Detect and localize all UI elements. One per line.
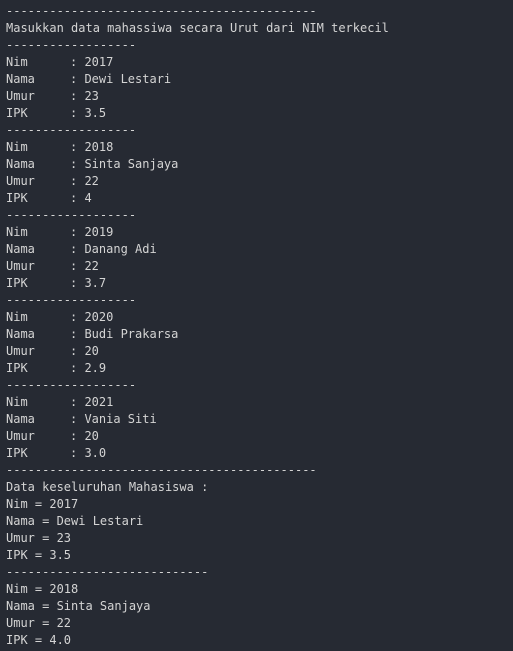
- record-ipk: IPK: 3.5: [6, 105, 389, 122]
- record-umur: Umur: 22: [6, 258, 389, 275]
- record-separator: ------------------: [6, 208, 137, 222]
- field-value: 3.5: [84, 106, 107, 120]
- field-label: IPK: [6, 361, 28, 375]
- field-label: Nim: [6, 395, 28, 409]
- record-separator: ------------------: [6, 378, 137, 392]
- record-ipk: IPK: 3.0: [6, 445, 389, 462]
- colon: :: [70, 55, 85, 69]
- field-label: Nama: [6, 327, 35, 341]
- field-value: 22: [84, 259, 99, 273]
- field-label: Umur: [6, 89, 35, 103]
- field-label: Nama: [6, 157, 35, 171]
- console-output: ----------------------------------------…: [6, 3, 389, 649]
- colon: :: [70, 140, 85, 154]
- field-label: Umur: [6, 174, 35, 188]
- colon: :: [70, 276, 85, 290]
- field-value: Dewi Lestari: [84, 72, 172, 86]
- summary-ipk: IPK = 4.0: [6, 633, 72, 647]
- summary-umur: Umur = 23: [6, 531, 72, 545]
- summary-nama: Nama = Sinta Sanjaya: [6, 599, 151, 613]
- field-value: 2018: [84, 140, 114, 154]
- field-label: IPK: [6, 191, 28, 205]
- colon: :: [70, 174, 85, 188]
- record-separator: ------------------: [6, 293, 137, 307]
- field-value: Budi Prakarsa: [84, 327, 179, 341]
- colon: :: [70, 310, 85, 324]
- separator-long: ----------------------------------------…: [6, 4, 317, 18]
- field-label: Nim: [6, 55, 28, 69]
- record-ipk: IPK: 4: [6, 190, 389, 207]
- colon: :: [70, 72, 85, 86]
- field-label: Nim: [6, 310, 28, 324]
- field-value: 23: [84, 89, 99, 103]
- field-value: 2019: [84, 225, 114, 239]
- field-value: 20: [84, 429, 99, 443]
- separator-long: ----------------------------------------…: [6, 463, 317, 477]
- record-nim: Nim: 2017: [6, 54, 389, 71]
- field-label: Umur: [6, 344, 35, 358]
- field-label: Nim: [6, 140, 28, 154]
- field-value: 3.7: [84, 276, 107, 290]
- record-nama: Nama: Vania Siti: [6, 411, 389, 428]
- record-separator: ------------------: [6, 38, 137, 52]
- field-label: Nama: [6, 412, 35, 426]
- field-value: Danang Adi: [84, 242, 157, 256]
- record-nama: Nama: Budi Prakarsa: [6, 326, 389, 343]
- record-nim: Nim: 2019: [6, 224, 389, 241]
- record-umur: Umur: 20: [6, 343, 389, 360]
- record-separator: ------------------: [6, 123, 137, 137]
- field-label: IPK: [6, 446, 28, 460]
- field-label: IPK: [6, 276, 28, 290]
- field-value: 2.9: [84, 361, 107, 375]
- colon: :: [70, 395, 85, 409]
- summary-separator: ----------------------------: [6, 565, 209, 579]
- colon: :: [70, 412, 85, 426]
- record-ipk: IPK: 3.7: [6, 275, 389, 292]
- record-umur: Umur: 22: [6, 173, 389, 190]
- field-label: Nama: [6, 72, 35, 86]
- summary-nim: Nim = 2018: [6, 582, 79, 596]
- summary-nama: Nama = Dewi Lestari: [6, 514, 144, 528]
- field-value: 3.0: [84, 446, 107, 460]
- colon: :: [70, 361, 85, 375]
- field-label: Nim: [6, 225, 28, 239]
- field-label: Umur: [6, 259, 35, 273]
- summary-header: Data keseluruhan Mahasiswa :: [6, 480, 209, 494]
- colon: :: [70, 106, 85, 120]
- colon: :: [70, 446, 85, 460]
- colon: :: [70, 242, 85, 256]
- field-value: 20: [84, 344, 99, 358]
- summary-ipk: IPK = 3.5: [6, 548, 72, 562]
- field-value: 2017: [84, 55, 114, 69]
- field-value: 2021: [84, 395, 114, 409]
- input-header: Masukkan data mahassiwa secara Urut dari…: [6, 21, 389, 35]
- field-value: Vania Siti: [84, 412, 157, 426]
- record-ipk: IPK: 2.9: [6, 360, 389, 377]
- record-nim: Nim: 2018: [6, 139, 389, 156]
- colon: :: [70, 89, 85, 103]
- colon: :: [70, 327, 85, 341]
- summary-umur: Umur = 22: [6, 616, 72, 630]
- colon: :: [70, 259, 85, 273]
- field-value: Sinta Sanjaya: [84, 157, 179, 171]
- field-value: 4: [84, 191, 92, 205]
- record-nim: Nim: 2020: [6, 309, 389, 326]
- field-label: IPK: [6, 106, 28, 120]
- colon: :: [70, 344, 85, 358]
- colon: :: [70, 429, 85, 443]
- record-nama: Nama: Sinta Sanjaya: [6, 156, 389, 173]
- colon: :: [70, 225, 85, 239]
- record-umur: Umur: 23: [6, 88, 389, 105]
- record-nim: Nim: 2021: [6, 394, 389, 411]
- colon: :: [70, 191, 85, 205]
- field-value: 2020: [84, 310, 114, 324]
- record-nama: Nama: Dewi Lestari: [6, 71, 389, 88]
- field-label: Umur: [6, 429, 35, 443]
- field-value: 22: [84, 174, 99, 188]
- summary-nim: Nim = 2017: [6, 497, 79, 511]
- record-umur: Umur: 20: [6, 428, 389, 445]
- colon: :: [70, 157, 85, 171]
- field-label: Nama: [6, 242, 35, 256]
- record-nama: Nama: Danang Adi: [6, 241, 389, 258]
